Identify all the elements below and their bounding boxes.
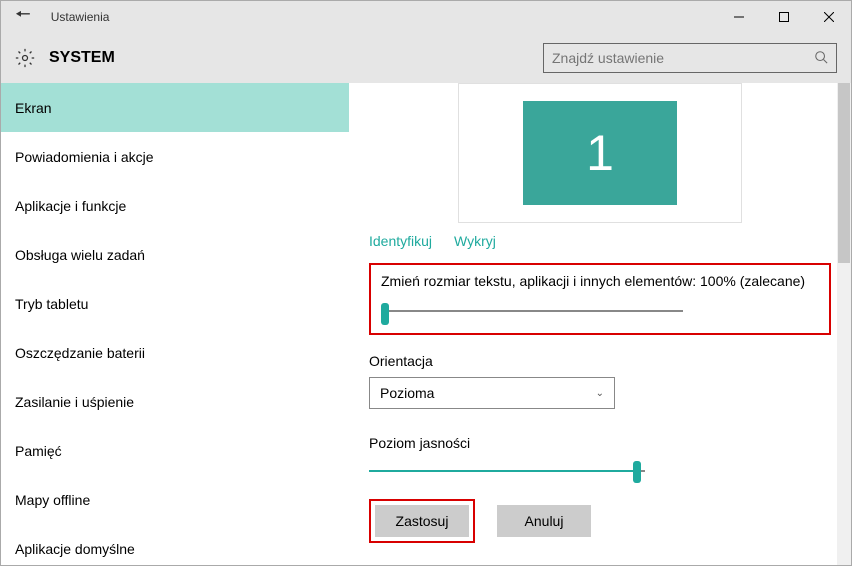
search-box[interactable]	[543, 43, 837, 73]
apply-highlight: Zastosuj	[369, 499, 475, 543]
monitor-preview[interactable]: 1	[458, 83, 742, 223]
brightness-label: Poziom jasności	[369, 435, 831, 451]
cancel-button[interactable]: Anuluj	[497, 505, 591, 537]
sidebar-item-label: Powiadomienia i akcje	[15, 149, 154, 165]
sidebar-item-label: Aplikacje domyślne	[15, 541, 135, 557]
title-bar: 🠔 Ustawienia	[1, 1, 851, 33]
scrollbar-thumb[interactable]	[838, 83, 850, 263]
sidebar-item-label: Oszczędzanie baterii	[15, 345, 145, 361]
orientation-select[interactable]: Pozioma ⌄	[369, 377, 615, 409]
orientation-label: Orientacja	[369, 353, 831, 369]
sidebar-item-label: Pamięć	[15, 443, 62, 459]
gear-icon	[15, 48, 35, 68]
minimize-button[interactable]	[716, 1, 761, 33]
close-button[interactable]	[806, 1, 851, 33]
scale-slider[interactable]	[381, 303, 819, 319]
sidebar-item-label: Tryb tabletu	[15, 296, 88, 312]
maximize-button[interactable]	[761, 1, 806, 33]
sidebar-item-zasilanie[interactable]: Zasilanie i uśpienie	[1, 377, 349, 426]
sidebar-item-mapy[interactable]: Mapy offline	[1, 475, 349, 524]
sidebar-item-aplikacje[interactable]: Aplikacje i funkcje	[1, 181, 349, 230]
slider-track-line	[381, 310, 683, 312]
sidebar-item-obsluga[interactable]: Obsługa wielu zadań	[1, 230, 349, 279]
link-row: Identyfikuj Wykryj	[369, 233, 831, 249]
sidebar-item-pamiec[interactable]: Pamięć	[1, 426, 349, 475]
apply-button[interactable]: Zastosuj	[375, 505, 469, 537]
brightness-thumb[interactable]	[633, 461, 641, 483]
monitor-1[interactable]: 1	[523, 101, 677, 205]
chevron-down-icon: ⌄	[596, 388, 604, 399]
search-input[interactable]	[552, 50, 814, 66]
scale-highlight: Zmień rozmiar tekstu, aplikacji i innych…	[369, 263, 831, 335]
sidebar-item-label: Aplikacje i funkcje	[15, 198, 126, 214]
sidebar-item-label: Obsługa wielu zadań	[15, 247, 145, 263]
detect-link[interactable]: Wykryj	[454, 233, 496, 249]
window-controls	[716, 1, 851, 33]
orientation-value: Pozioma	[380, 385, 434, 401]
identify-link[interactable]: Identyfikuj	[369, 233, 432, 249]
sidebar-item-label: Zasilanie i uśpienie	[15, 394, 134, 410]
sidebar-item-oszczedzanie[interactable]: Oszczędzanie baterii	[1, 328, 349, 377]
header-left: SYSTEM	[15, 48, 115, 68]
sidebar-item-label: Mapy offline	[15, 492, 90, 508]
sidebar: Ekran Powiadomienia i akcje Aplikacje i …	[1, 83, 349, 565]
search-icon	[814, 50, 828, 67]
title-bar-left: 🠔 Ustawienia	[9, 2, 109, 32]
brightness-active	[369, 470, 637, 472]
back-icon[interactable]: 🠔	[9, 2, 37, 32]
slider-thumb[interactable]	[381, 303, 389, 325]
sidebar-item-ekran[interactable]: Ekran	[1, 83, 349, 132]
brightness-slider[interactable]	[369, 463, 645, 479]
content: Ekran Powiadomienia i akcje Aplikacje i …	[1, 83, 851, 565]
sidebar-item-powiadomienia[interactable]: Powiadomienia i akcje	[1, 132, 349, 181]
button-row: Zastosuj Anuluj	[369, 499, 831, 543]
sidebar-item-aplikacje-domyslne[interactable]: Aplikacje domyślne	[1, 524, 349, 565]
vertical-scrollbar[interactable]	[837, 83, 851, 565]
page-title: SYSTEM	[49, 49, 115, 67]
sidebar-item-label: Ekran	[15, 100, 52, 116]
monitor-number: 1	[586, 124, 614, 182]
scale-label: Zmień rozmiar tekstu, aplikacji i innych…	[381, 273, 819, 289]
main-panel: 1 Identyfikuj Wykryj Zmień rozmiar tekst…	[349, 83, 851, 565]
header: SYSTEM	[1, 33, 851, 83]
window-title: Ustawienia	[51, 10, 110, 24]
sidebar-item-tryb-tabletu[interactable]: Tryb tabletu	[1, 279, 349, 328]
